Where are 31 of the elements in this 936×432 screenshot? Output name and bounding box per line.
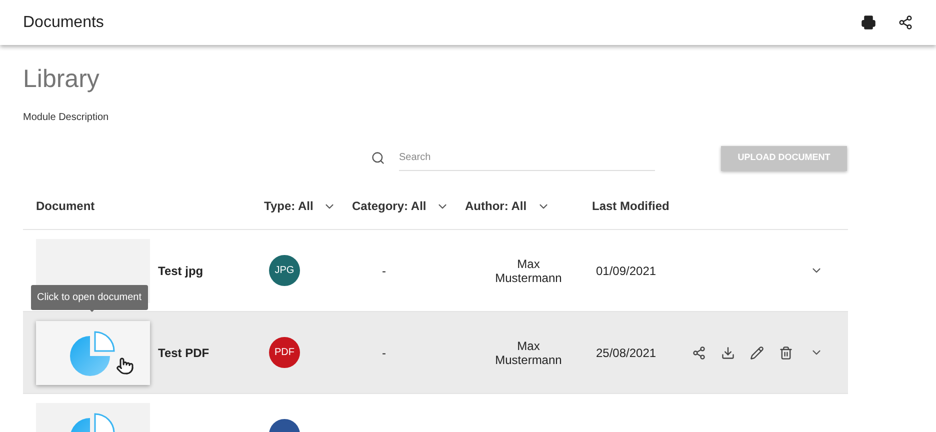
- search-icon: [371, 151, 385, 165]
- share-icon[interactable]: [692, 346, 706, 360]
- column-filter[interactable]: Author: All: [465, 197, 550, 215]
- column-header[interactable]: Document: [36, 197, 95, 215]
- category-cell: -: [382, 346, 386, 360]
- column-filter[interactable]: Type: All: [264, 197, 336, 215]
- module-description: Module Description: [23, 111, 110, 125]
- modified-date-cell: 25/08/2021: [596, 346, 656, 360]
- delete-icon[interactable]: [779, 346, 793, 360]
- download-icon[interactable]: [721, 346, 735, 360]
- search-field[interactable]: Search: [399, 145, 655, 171]
- share-icon[interactable]: [898, 15, 913, 30]
- author-cell-text: Max Mustermann: [494, 256, 563, 284]
- document-thumbnail[interactable]: [36, 320, 150, 384]
- file-type-badge: JPG: [269, 255, 300, 286]
- print-icon[interactable]: [861, 15, 876, 30]
- hand-cursor-icon: [116, 356, 134, 374]
- document-name[interactable]: Test jpg: [158, 264, 204, 278]
- page-title: Library: [23, 64, 100, 95]
- author-cell-text: Max Mustermann: [494, 338, 563, 366]
- edit-icon[interactable]: [750, 346, 764, 360]
- document-row[interactable]: Test PDF PDF - Max Mustermann 25/08/2021: [23, 312, 848, 394]
- tooltip: Click to open document: [31, 285, 148, 310]
- category-cell: -: [382, 264, 386, 278]
- app-bar-title: Documents: [23, 12, 104, 32]
- file-type-badge: PDF: [269, 337, 300, 368]
- pie-chart-icon: [68, 330, 118, 376]
- modified-date-cell: 01/09/2021: [596, 264, 656, 278]
- document-name[interactable]: Test PDF: [158, 346, 210, 360]
- column-header[interactable]: Last Modified: [592, 197, 670, 215]
- column-filter[interactable]: Category: All: [352, 197, 450, 215]
